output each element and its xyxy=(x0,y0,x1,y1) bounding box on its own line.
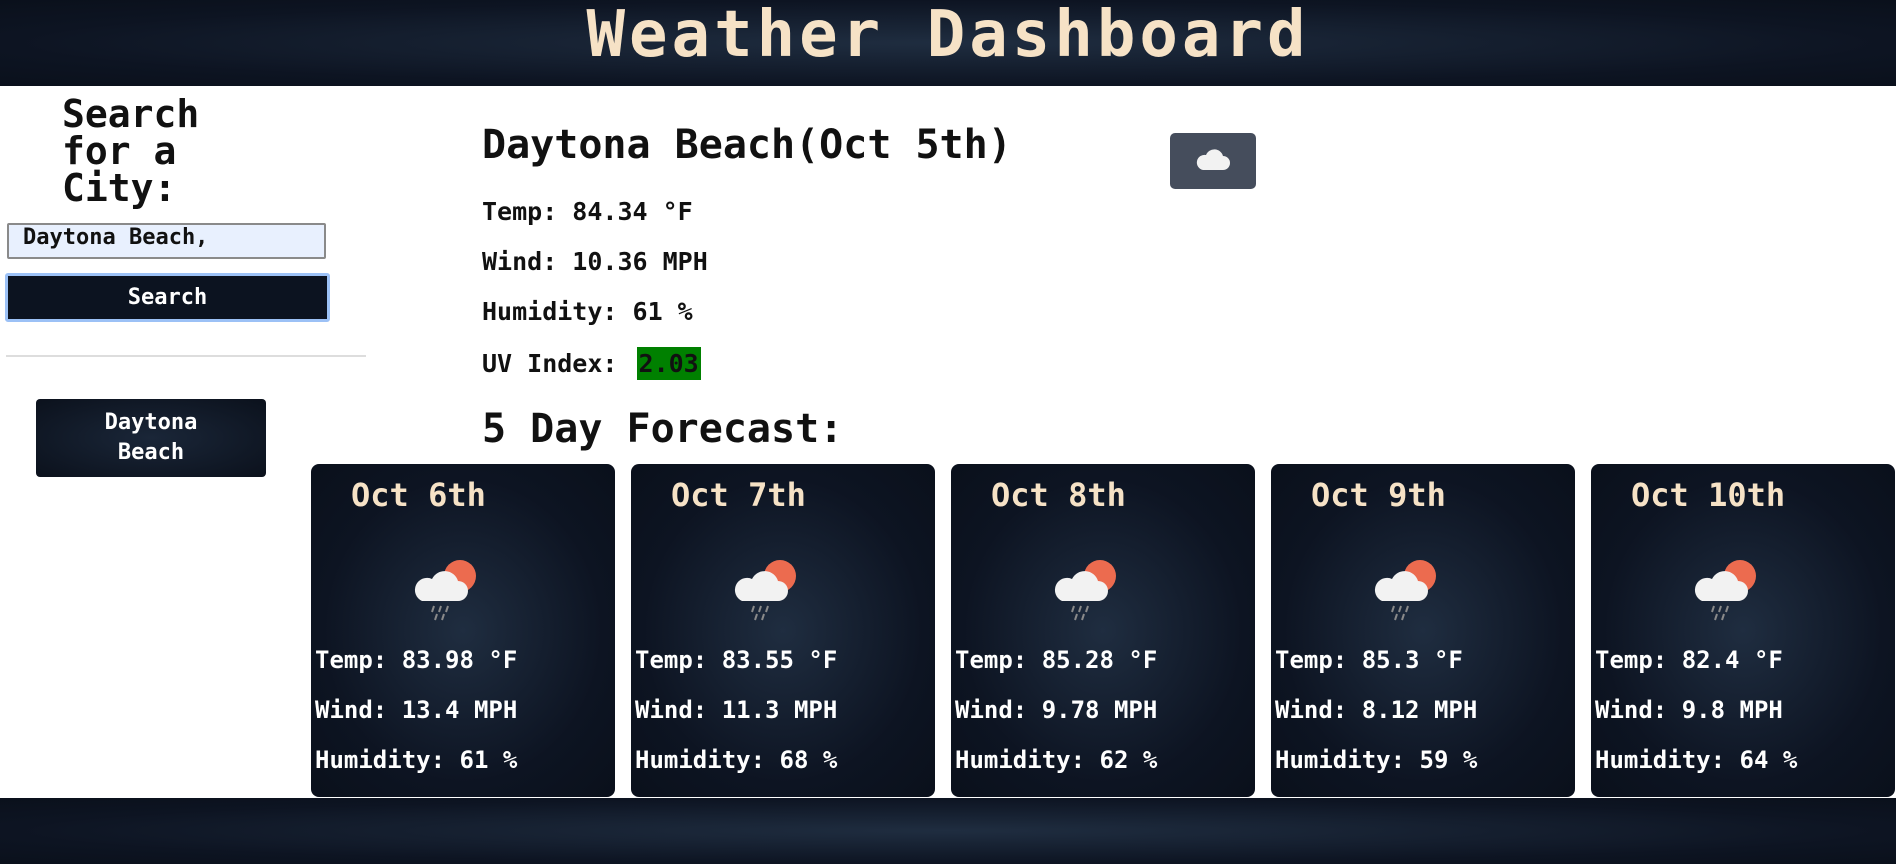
rain-sun-cloud-icon xyxy=(414,560,476,621)
forecast-humidity: Humidity: 61 % xyxy=(315,746,518,774)
current-weather-icon-box xyxy=(1170,133,1256,189)
current-uv-row: UV Index: 2.03 xyxy=(482,347,701,380)
forecast-card: Oct 9th Temp: 85.3 °F Wind: 8.12 MPH Hum… xyxy=(1271,464,1575,797)
city-search-input[interactable]: Daytona Beach, xyxy=(7,223,326,259)
forecast-icon-wrap xyxy=(728,549,808,629)
forecast-temp: Temp: 83.55 °F xyxy=(635,646,838,674)
forecast-humidity: Humidity: 68 % xyxy=(635,746,838,774)
current-city-title: Daytona Beach(Oct 5th) xyxy=(482,122,1012,168)
forecast-date: Oct 10th xyxy=(1631,476,1786,514)
forecast-wind: Wind: 13.4 MPH xyxy=(315,696,518,724)
current-humidity: Humidity: 61 % xyxy=(482,297,693,326)
forecast-icon-wrap xyxy=(1688,549,1768,629)
forecast-wind: Wind: 11.3 MPH xyxy=(635,696,838,724)
forecast-humidity: Humidity: 64 % xyxy=(1595,746,1798,774)
forecast-temp: Temp: 85.28 °F xyxy=(955,646,1158,674)
forecast-temp: Temp: 85.3 °F xyxy=(1275,646,1463,674)
cloud-icon xyxy=(1196,149,1230,170)
page-header: Weather Dashboard xyxy=(0,0,1896,86)
current-wind: Wind: 10.36 MPH xyxy=(482,247,708,276)
sidebar-divider xyxy=(6,355,366,357)
current-temp: Temp: 84.34 °F xyxy=(482,197,693,226)
forecast-wind: Wind: 8.12 MPH xyxy=(1275,696,1478,724)
forecast-card: Oct 8th Temp: 85.28 °F Wind: 9.78 MPH Hu… xyxy=(951,464,1255,797)
history-item-daytona-beach[interactable]: Daytona Beach xyxy=(36,399,266,477)
forecast-card: Oct 6th Temp: 83.98 °F Wind: 13.4 MPH Hu… xyxy=(311,464,615,797)
uv-index-label: UV Index: xyxy=(482,349,618,378)
forecast-icon-wrap xyxy=(408,549,488,629)
forecast-icon-wrap xyxy=(1368,549,1448,629)
uv-index-badge: 2.03 xyxy=(636,347,701,380)
search-heading: Search for a City: xyxy=(62,92,200,210)
rain-sun-cloud-icon xyxy=(1694,560,1756,621)
page-footer xyxy=(0,798,1896,864)
rain-sun-cloud-icon xyxy=(1374,560,1436,621)
rain-sun-cloud-icon xyxy=(1054,560,1116,621)
forecast-temp: Temp: 82.4 °F xyxy=(1595,646,1783,674)
forecast-date: Oct 7th xyxy=(671,476,806,514)
search-button[interactable]: Search xyxy=(5,273,330,322)
forecast-date: Oct 8th xyxy=(991,476,1126,514)
page-title: Weather Dashboard xyxy=(586,0,1310,72)
forecast-date: Oct 6th xyxy=(351,476,486,514)
forecast-humidity: Humidity: 59 % xyxy=(1275,746,1478,774)
forecast-date: Oct 9th xyxy=(1311,476,1446,514)
forecast-card: Oct 7th Temp: 83.55 °F Wind: 11.3 MPH Hu… xyxy=(631,464,935,797)
rain-sun-cloud-icon xyxy=(734,560,796,621)
forecast-icon-wrap xyxy=(1048,549,1128,629)
forecast-humidity: Humidity: 62 % xyxy=(955,746,1158,774)
forecast-wind: Wind: 9.8 MPH xyxy=(1595,696,1783,724)
forecast-wind: Wind: 9.78 MPH xyxy=(955,696,1158,724)
forecast-heading: 5 Day Forecast: xyxy=(482,406,844,452)
forecast-temp: Temp: 83.98 °F xyxy=(315,646,518,674)
forecast-card: Oct 10th Temp: 82.4 °F Wind: 9.8 MPH Hum… xyxy=(1591,464,1895,797)
